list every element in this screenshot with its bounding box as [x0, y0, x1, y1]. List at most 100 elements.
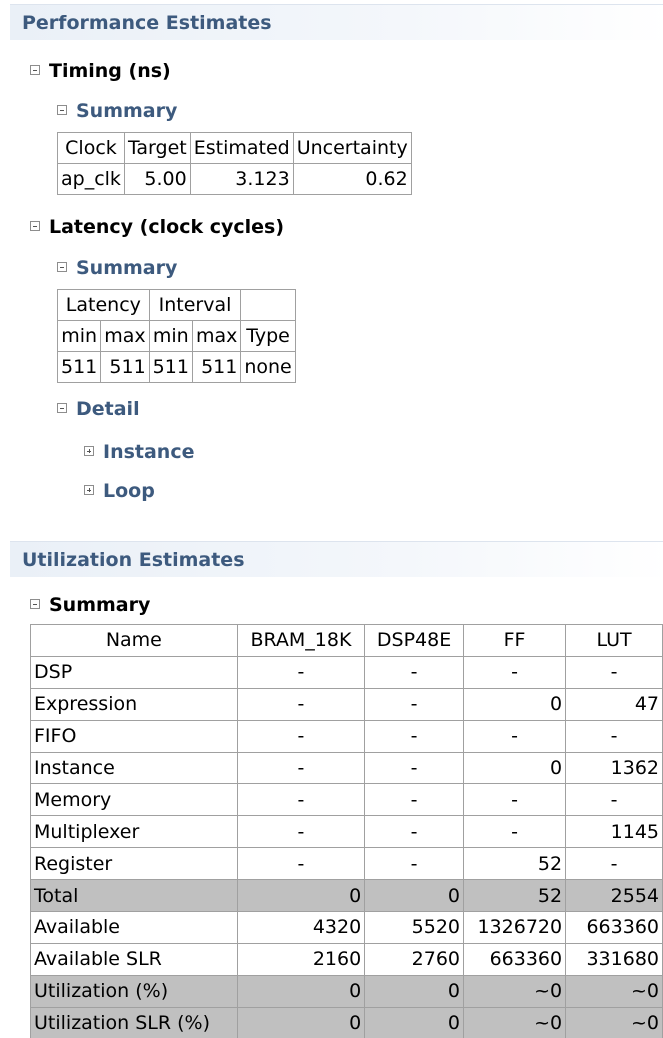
value-cell: 663360 [462, 942, 567, 976]
timing-node[interactable]: Timing (ns) [30, 59, 171, 83]
table-row: Utilization (%) 0 0 ~0 ~0 [30, 974, 663, 1008]
instance-label: Instance [103, 441, 195, 463]
value-cell: 0 [236, 974, 366, 1008]
table-row: FIFO - - - - [30, 719, 663, 753]
value-cell: ~0 [565, 1006, 663, 1038]
column-header-latency-max: max [100, 320, 150, 352]
value-cell: 1362 [565, 751, 663, 785]
timing-summary-node[interactable]: Summary [57, 99, 177, 123]
timing-summary-table: Clock Target Estimated Uncertainty ap_cl… [57, 132, 412, 195]
table-row: Available 4320 5520 1326720 663360 [30, 911, 663, 944]
latency-summary-table: Latency Interval min max min max Type 51… [56, 289, 296, 383]
column-header-interval-max: max [191, 320, 242, 352]
loop-label: Loop [103, 480, 155, 502]
expand-icon[interactable] [84, 485, 94, 495]
collapse-icon[interactable] [57, 105, 67, 115]
column-header-ff: FF [462, 624, 567, 657]
column-header-clock: Clock [57, 132, 125, 164]
loop-node[interactable]: Loop [84, 479, 155, 503]
table-row: ap_clk 5.00 3.123 0.62 [57, 163, 412, 195]
performance-estimates-header: Performance Estimates [10, 4, 663, 40]
value-cell: 0 [364, 879, 464, 913]
utilization-summary-table: Name BRAM_18K DSP48E FF LUT DSP - - - - Expression… [30, 624, 663, 1038]
table-row: 511 511 511 511 none [56, 351, 296, 383]
collapse-icon[interactable] [57, 403, 67, 413]
table-row: Memory - - - - [30, 783, 663, 817]
collapse-icon[interactable] [30, 599, 40, 609]
value-cell: ~0 [565, 974, 663, 1008]
value-cell: - [236, 751, 366, 785]
column-header-interval-min: min [148, 320, 193, 352]
latency-detail-node[interactable]: Detail [57, 397, 140, 421]
report-page: Performance Estimates Timing (ns) Summar… [0, 0, 663, 1038]
value-cell: - [364, 783, 464, 817]
value-cell: - [462, 655, 567, 689]
interval-max-cell: 511 [191, 351, 242, 383]
value-cell: 1145 [565, 815, 663, 849]
expand-icon[interactable] [84, 446, 94, 456]
group-header-empty [240, 289, 296, 321]
value-cell: 0 [364, 974, 464, 1008]
collapse-icon[interactable] [30, 65, 40, 75]
utilization-summary-node[interactable]: Summary [30, 593, 150, 617]
value-cell: - [565, 847, 663, 881]
value-cell: ~0 [462, 974, 567, 1008]
latency-summary-node[interactable]: Summary [57, 256, 177, 280]
value-cell: - [236, 687, 366, 721]
table-row: Total 0 0 52 2554 [30, 879, 663, 913]
uncertainty-cell: 0.62 [292, 163, 412, 195]
row-name-cell: Instance [30, 751, 238, 785]
value-cell: - [236, 783, 366, 817]
timing-title: Timing (ns) [49, 60, 171, 82]
utilization-summary-title: Summary [49, 594, 151, 616]
value-cell: - [236, 847, 366, 881]
value-cell: - [462, 783, 567, 817]
value-cell: - [364, 655, 464, 689]
column-header-name: Name [30, 624, 238, 657]
column-header-type: Type [240, 320, 296, 352]
interval-min-cell: 511 [148, 351, 193, 383]
value-cell: - [364, 847, 464, 881]
value-cell: 0 [236, 1006, 366, 1038]
latency-detail-title: Detail [76, 398, 140, 420]
latency-node[interactable]: Latency (clock cycles) [30, 215, 284, 239]
table-row: Multiplexer - - -1145 [30, 815, 663, 849]
collapse-icon[interactable] [30, 221, 40, 231]
target-cell: 5.00 [123, 163, 191, 195]
value-cell: 0 [462, 687, 567, 721]
row-name-cell: Available [30, 911, 238, 944]
table-row: Utilization SLR (%) 0 0 ~0 ~0 [30, 1006, 663, 1038]
row-name-cell: Utilization (%) [30, 974, 238, 1008]
instance-node[interactable]: Instance [84, 440, 194, 464]
value-cell: - [565, 655, 663, 689]
value-cell: 663360 [565, 911, 663, 944]
value-cell: - [364, 687, 464, 721]
value-cell: 0 [236, 879, 366, 913]
table-header-row: min max min max Type [56, 320, 296, 352]
collapse-icon[interactable] [57, 262, 67, 272]
latency-max-cell: 511 [100, 351, 150, 383]
row-name-cell: Multiplexer [30, 815, 238, 849]
table-row: Instance - -0 1362 [30, 751, 663, 785]
value-cell: - [236, 655, 366, 689]
value-cell: 2760 [364, 942, 464, 976]
value-cell: - [364, 751, 464, 785]
column-header-dsp48e: DSP48E [364, 624, 464, 657]
column-header-uncertainty: Uncertainty [292, 132, 412, 164]
type-cell: none [240, 351, 296, 383]
latency-title: Latency (clock cycles) [49, 216, 285, 238]
value-cell: - [236, 815, 366, 849]
value-cell: 52 [462, 879, 567, 913]
value-cell: 0 [462, 751, 567, 785]
value-cell: 331680 [565, 942, 663, 976]
value-cell: 0 [364, 1006, 464, 1038]
row-name-cell: Memory [30, 783, 238, 817]
column-header-target: Target [123, 132, 191, 164]
value-cell: - [565, 783, 663, 817]
latency-min-cell: 511 [56, 351, 102, 383]
estimated-cell: 3.123 [189, 163, 294, 195]
group-header-interval: Interval [148, 289, 242, 321]
value-cell: 5520 [364, 911, 464, 944]
value-cell: - [364, 719, 464, 753]
timing-summary-title: Summary [76, 100, 178, 122]
